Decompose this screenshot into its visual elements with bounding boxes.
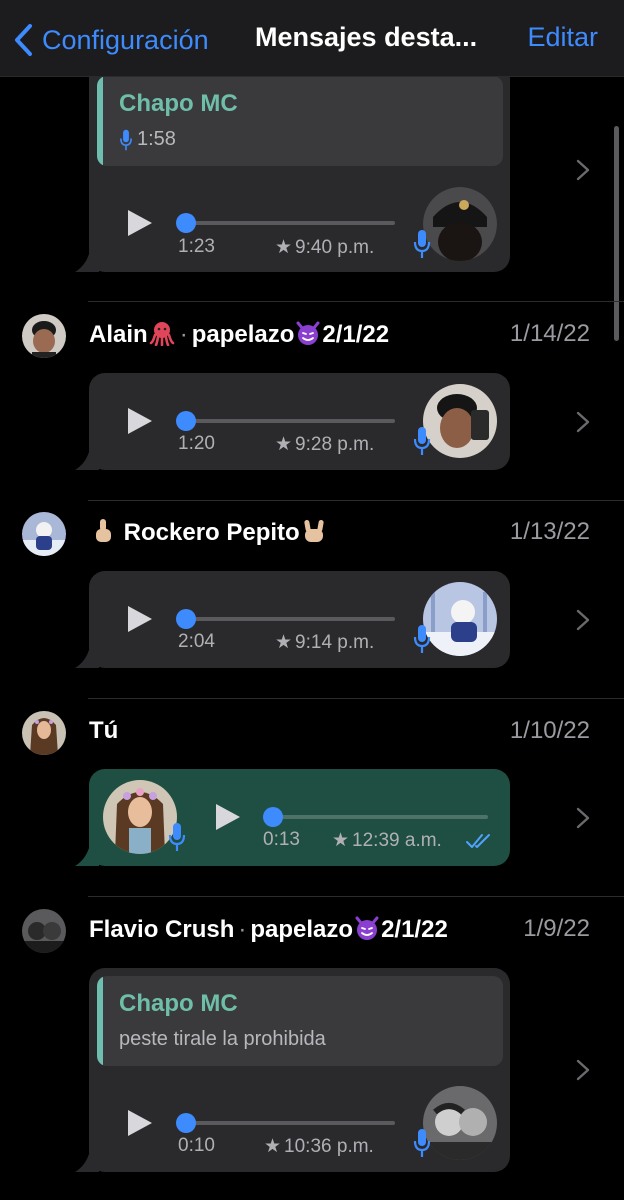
star-icon: ★ [264,1136,282,1157]
bubble-tail [75,452,99,470]
play-icon[interactable] [124,208,154,238]
doll-avatar [22,711,66,755]
back-button[interactable]: Configuración [12,20,209,60]
octopus-icon [149,320,175,346]
play-icon[interactable] [124,1108,154,1138]
message-header[interactable]: Flavio Crush · papelazo 2/1/22 1/9/22 [0,909,624,953]
message-bubble[interactable]: Chapo MC 1:58 1:23 ★ 9:40 p.m. [75,62,510,272]
bubble-tail [75,254,99,272]
audio-scrubber[interactable] [176,1113,196,1133]
message-time: ★ 10:36 p.m. [264,1136,374,1157]
play-icon[interactable] [124,406,154,436]
bubble-tail [75,1154,99,1172]
audio-progress-track[interactable] [270,815,488,819]
message-header[interactable]: Rockero Pepito 1/13/22 [0,512,624,556]
audio-duration: 1:23 [178,236,215,257]
page-title: Mensajes desta... [255,22,478,52]
navigation-bar: Configuración Mensajes desta... Editar [0,0,624,77]
devil-icon [295,320,321,346]
star-icon: ★ [332,830,350,851]
person-avatar [22,314,66,358]
rock-hand-icon [301,518,327,544]
message-date: 1/13/22 [509,518,590,545]
play-icon[interactable] [124,604,154,634]
devil-icon [354,915,380,941]
message-bubble[interactable]: 2:04 ★ 9:14 p.m. [75,571,510,668]
audio-scrubber[interactable] [176,411,196,431]
divider [88,698,624,699]
sender-name: Flavio Crush · papelazo 2/1/22 [89,915,448,943]
microphone-icon [413,426,431,456]
double-check-icon [466,834,490,848]
scrollbar[interactable] [614,126,619,341]
audio-duration: 0:10 [178,1135,215,1156]
audio-scrubber[interactable] [176,213,196,233]
quote-sender: Chapo MC [119,990,238,1017]
audio-progress-track[interactable] [181,419,395,423]
chevron-right-icon[interactable] [576,807,590,829]
divider [88,896,624,897]
message-time: ★ 9:28 p.m. [275,434,375,455]
two-people-avatar [22,909,66,953]
star-icon: ★ [275,632,293,653]
microphone-icon [119,129,133,151]
message-date: 1/10/22 [509,717,590,744]
message-header[interactable]: Tú 1/10/22 [0,711,624,755]
sender-name: Alain · papelazo 2/1/22 [89,320,390,348]
quote-text: peste tirale la prohibida [119,1028,326,1050]
microphone-icon [168,822,186,852]
divider [88,301,624,302]
person-avatar [423,384,497,458]
chevron-right-icon[interactable] [576,1059,590,1081]
message-bubble[interactable]: 1:20 ★ 9:28 p.m. [75,373,510,470]
edit-button[interactable]: Editar [527,22,598,53]
bubble-tail [75,848,99,866]
message-header[interactable]: Alain · papelazo 2/1/22 1/14/22 [0,314,624,358]
sender-name: Tú [89,717,119,744]
message-date: 1/14/22 [509,320,590,347]
chevron-right-icon[interactable] [576,411,590,433]
audio-scrubber[interactable] [263,807,283,827]
quote-duration: 1:58 [137,128,176,150]
finger-icon [90,518,116,544]
chevron-left-icon [15,24,32,56]
back-label: Configuración [42,24,209,55]
chevron-right-icon[interactable] [576,159,590,181]
divider [88,500,624,501]
two-people-avatar [423,1086,497,1160]
audio-progress-track[interactable] [181,617,395,621]
star-icon: ★ [275,434,293,455]
doll-avatar [103,780,177,854]
quote-sender: Chapo MC [119,90,238,117]
message-time: ★ 9:40 p.m. [275,237,375,258]
message-date: 1/9/22 [523,915,590,942]
star-icon: ★ [275,237,293,258]
message-time: ★ 12:39 a.m. [332,830,442,851]
audio-duration: 1:20 [178,433,215,454]
audio-scrubber[interactable] [176,609,196,629]
message-time: ★ 9:14 p.m. [275,632,375,653]
sender-name: Rockero Pepito [89,518,328,547]
chevron-right-icon[interactable] [576,609,590,631]
audio-progress-track[interactable] [181,1121,395,1125]
audio-duration: 2:04 [178,631,215,652]
audio-progress-track[interactable] [181,221,395,225]
microphone-icon [413,229,431,259]
dark-cap-avatar [423,187,497,261]
microphone-icon [413,1128,431,1158]
quoted-message[interactable]: Chapo MC peste tirale la prohibida [97,976,503,1066]
play-icon[interactable] [212,802,242,832]
microphone-icon [413,624,431,654]
message-bubble[interactable]: Chapo MC peste tirale la prohibida 0:10 … [75,968,510,1172]
message-bubble[interactable]: 0:13 ★ 12:39 a.m. [75,769,510,866]
winter-character-avatar [423,582,497,656]
bubble-tail [75,650,99,668]
audio-duration: 0:13 [263,829,300,850]
quoted-message[interactable]: Chapo MC 1:58 [97,76,503,166]
winter-character-avatar [22,512,66,556]
